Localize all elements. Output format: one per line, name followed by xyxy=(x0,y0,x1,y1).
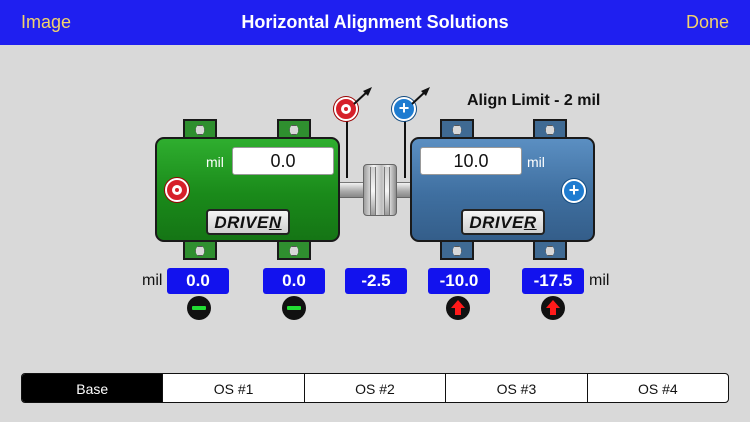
done-button[interactable]: Done xyxy=(686,12,729,33)
driver-motor: 10.0 mil + DRIVER xyxy=(410,137,595,242)
bolt-icon xyxy=(289,125,299,135)
driven-value-field[interactable]: 0.0 xyxy=(232,147,334,175)
driven-right-foot-value: 0.0 xyxy=(263,268,325,294)
driver-unit-label: mil xyxy=(527,154,545,170)
minus-ok-icon xyxy=(187,296,211,320)
driven-dial-arrow-icon xyxy=(353,87,372,105)
driver-foot-top-left xyxy=(440,119,474,139)
tab-os-1[interactable]: OS #1 xyxy=(162,374,303,402)
arrow-up-icon xyxy=(446,296,470,320)
driven-foot-bottom-right xyxy=(277,240,311,260)
minus-ok-icon xyxy=(282,296,306,320)
driven-motor: mil 0.0 DRIVEN xyxy=(155,137,340,242)
tab-os-2[interactable]: OS #2 xyxy=(303,374,445,402)
driver-foot-bottom-right xyxy=(533,240,567,260)
driven-foot-bottom-left xyxy=(183,240,217,260)
align-limit-label: Align Limit - 2 mil xyxy=(467,92,601,109)
bolt-icon xyxy=(195,246,205,256)
bolt-icon xyxy=(452,125,462,135)
bolt-icon xyxy=(195,125,205,135)
driven-side-dial-icon[interactable] xyxy=(165,178,189,202)
driver-foot-top-right xyxy=(533,119,567,139)
left-unit-label: mil xyxy=(142,272,163,289)
coupling-offset-value: -2.5 xyxy=(345,268,407,294)
page-title: Horizontal Alignment Solutions xyxy=(241,12,509,32)
driver-nameplate: DRIVER xyxy=(461,209,545,235)
right-unit-label: mil xyxy=(589,272,610,289)
driver-dial-arrow-icon xyxy=(411,87,430,105)
driven-left-foot-value: 0.0 xyxy=(167,268,229,294)
driven-dial-stem xyxy=(346,118,348,178)
driven-foot-top-left xyxy=(183,119,217,139)
driven-shaft xyxy=(338,182,366,198)
arrow-up-icon xyxy=(541,296,565,320)
driver-foot-bottom-left xyxy=(440,240,474,260)
driver-left-foot-value: -10.0 xyxy=(428,268,490,294)
bolt-icon xyxy=(545,125,555,135)
tab-os-4[interactable]: OS #4 xyxy=(586,374,728,402)
driver-value-field[interactable]: 10.0 xyxy=(420,147,522,175)
driven-unit-label: mil xyxy=(206,154,224,170)
driven-foot-top-right xyxy=(277,119,311,139)
shaft-coupling xyxy=(363,164,397,216)
driver-right-foot-value: -17.5 xyxy=(522,268,584,294)
navigation-bar: Image Horizontal Alignment Solutions Don… xyxy=(0,0,750,45)
tab-os-3[interactable]: OS #3 xyxy=(445,374,586,402)
driven-nameplate: DRIVEN xyxy=(206,209,290,235)
bolt-icon xyxy=(452,246,462,256)
driver-dial-stem xyxy=(404,118,406,178)
solution-tabs: Base OS #1 OS #2 OS #3 OS #4 xyxy=(21,373,729,403)
bolt-icon xyxy=(289,246,299,256)
tab-base[interactable]: Base xyxy=(22,374,163,402)
driver-side-plus-icon[interactable]: + xyxy=(562,179,586,203)
bolt-icon xyxy=(545,246,555,256)
